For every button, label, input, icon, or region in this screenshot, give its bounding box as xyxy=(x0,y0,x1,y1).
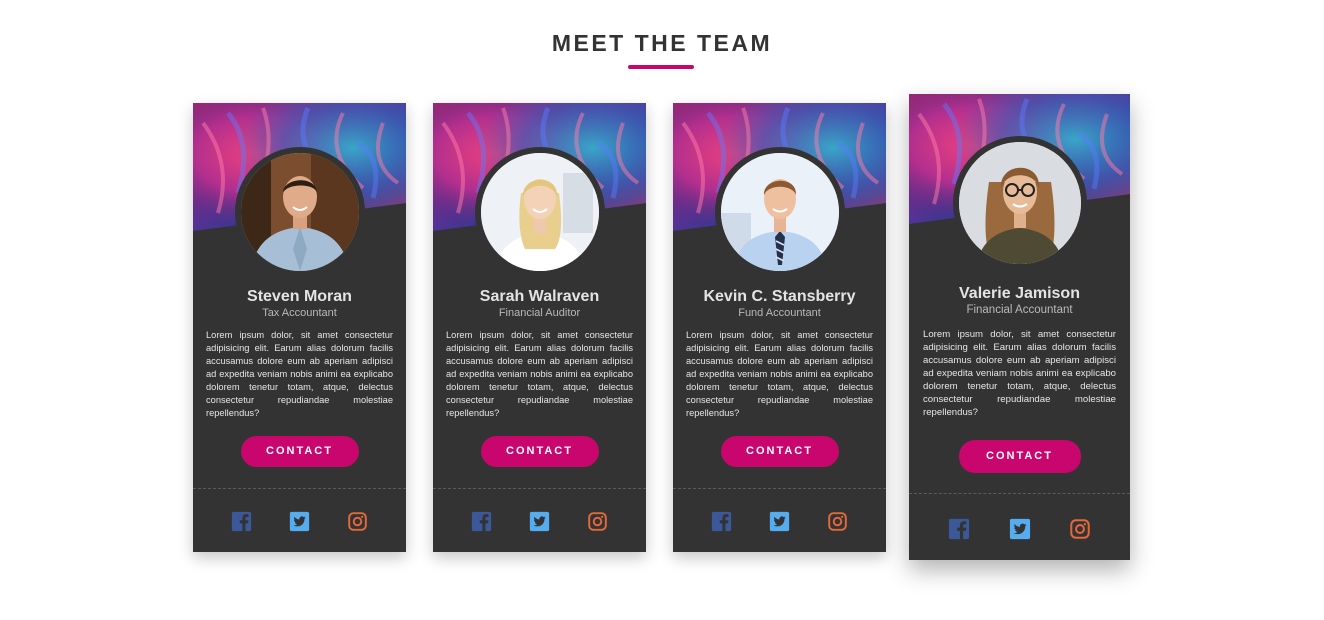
avatar xyxy=(720,153,839,271)
social-links xyxy=(193,511,406,533)
twitter-icon[interactable] xyxy=(529,511,550,532)
twitter-icon[interactable] xyxy=(289,511,310,532)
team-card: Kevin C. Stansberry Fund Accountant Lore… xyxy=(673,103,886,552)
member-role: Fund Accountant xyxy=(738,307,821,319)
section-title: MEET THE TEAM xyxy=(551,30,773,56)
member-bio: Lorem ipsum dolor, sit amet consectetur … xyxy=(923,329,1116,418)
facebook-icon[interactable] xyxy=(711,511,732,532)
member-bio: Lorem ipsum dolor, sit amet consectetur … xyxy=(686,330,873,418)
facebook-icon[interactable] xyxy=(471,511,492,532)
social-links xyxy=(433,511,646,533)
member-bio: Lorem ipsum dolor, sit amet consectetur … xyxy=(206,330,393,418)
avatar-ring xyxy=(952,136,1087,270)
avatar-ring xyxy=(234,147,365,277)
avatar-ring xyxy=(474,147,605,277)
member-name: Kevin C. Stansberry xyxy=(703,288,856,305)
instagram-icon[interactable] xyxy=(347,511,368,532)
facebook-icon[interactable] xyxy=(231,511,252,532)
avatar xyxy=(958,142,1081,264)
member-name: Steven Moran xyxy=(247,288,352,305)
contact-button[interactable]: CONTACT xyxy=(958,440,1081,473)
social-links xyxy=(673,511,886,533)
member-name: Sarah Walraven xyxy=(479,288,600,305)
facebook-icon[interactable] xyxy=(948,518,970,540)
instagram-icon[interactable] xyxy=(1069,518,1091,540)
card-divider xyxy=(909,493,1130,494)
avatar xyxy=(480,153,599,271)
member-role: Tax Accountant xyxy=(262,307,337,319)
contact-button[interactable]: CONTACT xyxy=(720,436,839,467)
title-underline xyxy=(628,65,694,69)
twitter-icon[interactable] xyxy=(1009,518,1031,540)
team-card: Steven Moran Tax Accountant Lorem ipsum … xyxy=(193,103,406,552)
team-card-featured: Valerie Jamison Financial Accountant Lor… xyxy=(909,94,1130,560)
twitter-icon[interactable] xyxy=(769,511,790,532)
instagram-icon[interactable] xyxy=(827,511,848,532)
member-role: Financial Accountant xyxy=(966,304,1073,316)
member-role: Financial Auditor xyxy=(498,307,581,319)
contact-button[interactable]: CONTACT xyxy=(240,436,359,467)
card-divider xyxy=(673,488,886,489)
member-name: Valerie Jamison xyxy=(959,285,1080,302)
avatar xyxy=(240,153,359,271)
card-divider xyxy=(433,488,646,489)
team-card: Sarah Walraven Financial Auditor Lorem i… xyxy=(433,103,646,552)
avatar-ring xyxy=(714,147,845,277)
member-bio: Lorem ipsum dolor, sit amet consectetur … xyxy=(446,330,633,418)
contact-button[interactable]: CONTACT xyxy=(480,436,599,467)
social-links xyxy=(909,518,1130,540)
instagram-icon[interactable] xyxy=(587,511,608,532)
card-divider xyxy=(193,488,406,489)
